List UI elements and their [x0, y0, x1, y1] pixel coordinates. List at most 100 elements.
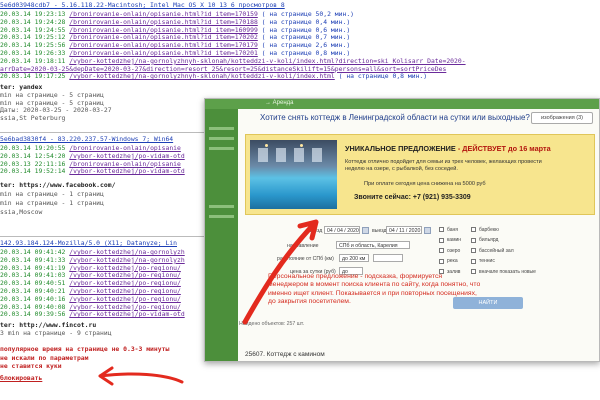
visit-url[interactable]: /vybor-kottedzhej/na-gornolyzh [69, 248, 184, 256]
amenity-checkbox[interactable] [439, 258, 444, 264]
listing-title[interactable]: 25607. Коттедж с камином [245, 351, 325, 358]
promo-question: Хотите снять коттедж в Ленинградской обл… [260, 113, 530, 122]
amenity-label: бильярд [479, 237, 499, 243]
visit-time: 20.03.14 19:24:28 [0, 17, 66, 26]
log-row: популярное время на странице не 0.3-3 ми… [0, 345, 170, 354]
session-info: 3 min на странице - 9 страниц [0, 328, 112, 337]
visit-url[interactable]: /bronirovanie-onlain/opisanie.html?id_it… [69, 10, 258, 18]
sidebar-item[interactable] [209, 205, 234, 208]
special-offer-box[interactable]: УНИКАЛЬНОЕ ПРЕДЛОЖЕНИЕ - ДЕЙСТВУЕТ до 16… [245, 134, 595, 215]
visit-url[interactable]: /vybor-kottedzhej/po-regionu/ [69, 279, 181, 287]
visit-url[interactable]: /vybor-kottedzhej/po-regionu/ [69, 303, 181, 311]
sidebar-item[interactable] [209, 137, 234, 140]
amenity-label: баня [447, 226, 458, 233]
amenity-checkbox[interactable] [439, 237, 444, 243]
amenity-checkbox[interactable] [471, 237, 476, 243]
visit-url[interactable]: /bronirovanie-onlain/opisanie.html?id_it… [69, 26, 258, 34]
visit-url[interactable]: arrDate=2020-03-25&depDate=2020-03-27&di… [0, 65, 446, 73]
amenity-checkbox[interactable] [439, 248, 444, 253]
visit-time: 20.03.14 19:18:11 [0, 56, 66, 65]
visit-duration: ( на странице 0,8 мин.) [338, 72, 428, 81]
amenity-checkbox[interactable] [471, 227, 476, 232]
visit-time: 20.03.13 22:11:16 [0, 159, 66, 168]
visit-url[interactable]: /vybor-kottedzhej/po-vidam-otd [69, 167, 184, 176]
visit-time: 20.03.14 09:41:42 [0, 248, 66, 256]
log-row: не искали по параметрам [0, 353, 89, 363]
amenity-checkbox[interactable] [471, 248, 476, 253]
direction-select[interactable]: СПб и область, Карелия [336, 241, 410, 249]
visit-url[interactable]: /bronirovanie-onlain/opisanie [69, 160, 181, 168]
visit-time: 20.03.14 19:20:55 [0, 144, 66, 152]
visit-time: 20.03.14 09:39:56 [0, 310, 66, 319]
pool-photo[interactable] [250, 140, 337, 209]
visit-url[interactable]: /vybor-kottedzhej/na-gornolyzh [69, 256, 184, 264]
offer-description: Коттедж отлично подойдет для семьи из тр… [345, 159, 542, 172]
visit-url[interactable]: /vybor-kottedzhej/po-regionu/ [69, 295, 181, 303]
visit-duration: ( на странице 2,6 мин.) [261, 41, 351, 50]
visit-time: 20.03.14 19:25:12 [0, 33, 66, 42]
sidebar-item[interactable] [209, 127, 234, 130]
log-row: 20.03.14 09:39:56 /vybor-kottedzhej/po-v… [0, 311, 185, 319]
date-to-field[interactable]: 04 / 11 / 2020 [386, 226, 422, 234]
visit-duration: ( на странице 0,8 мин.) [261, 49, 351, 57]
amenity-label: барбекю [479, 226, 499, 233]
session-header: 142.93.184.124-Mozilla/5.0 (X11; Datanyz… [0, 239, 177, 247]
site-header-bar: → Аренда [205, 99, 599, 109]
distance-to-select[interactable] [373, 254, 403, 262]
calendar-icon[interactable] [424, 227, 431, 234]
offer-title: УНИКАЛЬНОЕ ПРЕДЛОЖЕНИЕ - ДЕЙСТВУЕТ до 16… [345, 144, 551, 153]
visit-url[interactable]: /bronirovanie-onlain/opisanie.html?id_it… [69, 18, 258, 26]
lamp-shape [300, 144, 303, 147]
visit-time: 20.03.14 09:41:03 [0, 271, 66, 280]
visit-time: 20.03.14 19:52:14 [0, 167, 66, 176]
date-label: заезд [309, 228, 323, 234]
log-row: 3 min на странице - 9 страниц [0, 328, 112, 338]
visit-url[interactable]: /bronirovanie-onlain/opisanie [69, 144, 181, 152]
visit-time: 20.03.14 19:24:55 [0, 25, 66, 34]
amenity-checkbox[interactable] [439, 227, 444, 232]
amenity-label: камин [447, 237, 462, 243]
offer-note: При оплате сегодня цена снижена на 5000 … [364, 181, 486, 187]
visit-time: 20.03.14 09:40:51 [0, 279, 66, 288]
visit-url[interactable]: /vybor-kottedzhej/na-gornolyzhnyh-sklona… [69, 57, 465, 65]
visit-duration: ( на странице 50,2 мин.) [261, 10, 355, 18]
amenity-checkbox[interactable] [471, 258, 476, 264]
visit-url[interactable]: /vybor-kottedzhej/na-gornolyzhnyh-sklona… [69, 72, 334, 81]
direction-label: направление [287, 243, 319, 249]
offer-phone[interactable]: Звоните сейчас: +7 (921) 935-3309 [354, 194, 471, 201]
visit-url[interactable]: /bronirovanie-onlain/opisanie.html?id_it… [69, 49, 258, 57]
visit-time: 20.03.14 19:25:56 [0, 41, 66, 50]
session-info: min на странице - 1 страниц [0, 199, 104, 207]
sidebar-item[interactable] [209, 147, 234, 150]
breadcrumb[interactable]: → Аренда [265, 100, 294, 106]
amenity-label: вначале показать новые [479, 268, 536, 275]
fraud-note: не ставится куки [0, 362, 62, 370]
visit-time: 20.03.14 12:54:20 [0, 151, 66, 160]
distance-label: расстояние от СПб (км) [277, 256, 334, 262]
visit-duration: ( на странице 0,7 мин.) [261, 33, 351, 42]
visit-url[interactable]: /vybor-kottedzhej/po-vidam-otd [69, 310, 184, 319]
block-link[interactable]: блокировать [0, 374, 42, 383]
visit-duration: ( на странице 0,4 мин.) [261, 17, 351, 26]
session-info: Даты: 2020-03-25 - 2020-03-27 [0, 106, 112, 115]
visit-time: 20.03.14 09:40:16 [0, 294, 66, 303]
visit-url[interactable]: /bronirovanie-onlain/opisanie.html?id_it… [69, 41, 258, 49]
amenity-label: озеро [447, 247, 461, 254]
distance-from-select[interactable]: до 200 км [339, 254, 369, 262]
visit-url[interactable]: /vybor-kottedzhej/po-regionu/ [69, 287, 181, 295]
sidebar-item[interactable] [209, 215, 234, 218]
visit-url[interactable]: /bronirovanie-onlain/opisanie.html?id_it… [69, 33, 258, 42]
visit-url[interactable]: /vybor-kottedzhej/po-vidam-otd [69, 152, 184, 160]
amenity-label: бассейный зал [479, 247, 514, 254]
date-from-field[interactable]: 04 / 04 / 2020 [324, 226, 360, 234]
visit-url[interactable]: /vybor-kottedzhej/po-regionu/ [69, 271, 181, 280]
calendar-icon[interactable] [362, 227, 369, 234]
fraud-note: не искали по параметрам [0, 353, 89, 362]
visit-time: 20.03.14 09:41:19 [0, 263, 66, 272]
fraud-note: популярное время на странице не 0.3-3 ми… [0, 345, 170, 353]
visit-url[interactable]: /vybor-kottedzhej/po-regionu/ [69, 264, 181, 272]
log-row: 20.03.14 19:17:25 /vybor-kottedzhej/na-g… [0, 73, 427, 81]
visit-time: 20.03.14 09:40:21 [0, 287, 66, 295]
log-row: ssia,St Peterburg [0, 114, 65, 123]
photos-button[interactable]: изображения (3) [531, 112, 593, 124]
